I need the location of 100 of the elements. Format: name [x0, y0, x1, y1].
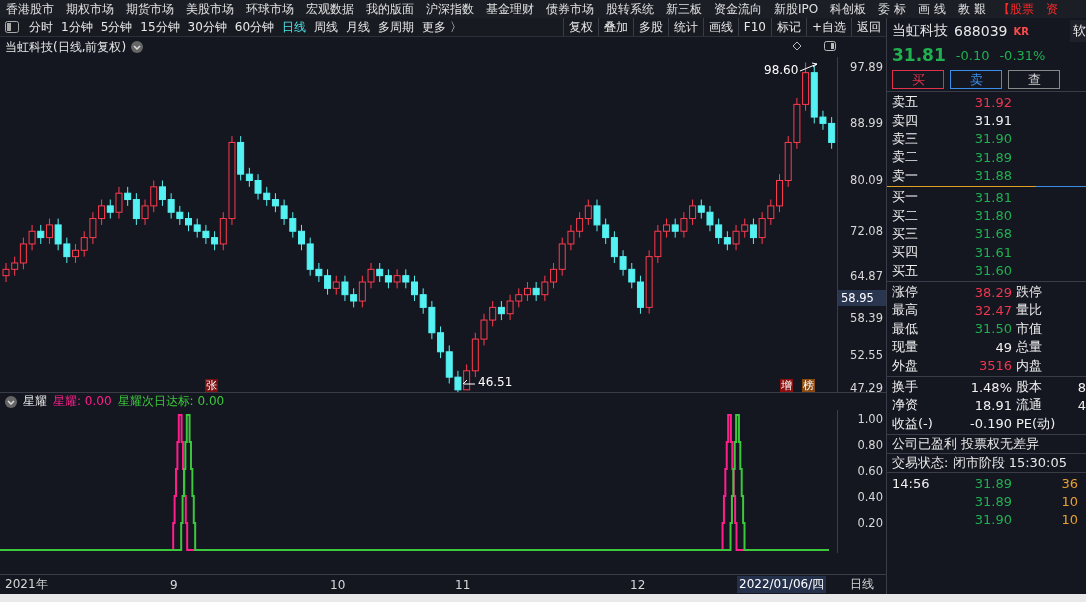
period-tab[interactable]: 15分钟	[136, 18, 184, 36]
stat-value: 49	[994, 339, 1012, 355]
menu-item[interactable]: 期权市场	[60, 0, 120, 18]
event-badge[interactable]: 增	[780, 379, 793, 392]
side-tab[interactable]: 软	[1070, 20, 1086, 42]
stat-label: 外盘	[892, 356, 919, 375]
stat-value: -0.190	[969, 416, 1012, 432]
trade-price: 31.89	[973, 493, 1012, 509]
trade-button[interactable]: 查	[1008, 70, 1060, 89]
menu-item[interactable]: 委 标	[872, 0, 913, 18]
tool-button[interactable]: 复权	[562, 18, 598, 36]
stat-label: 净资	[892, 396, 919, 415]
menu-item[interactable]: 债券市场	[540, 0, 600, 18]
candlestick	[393, 268, 401, 289]
stat-value: 8	[1077, 379, 1086, 395]
period-tab[interactable]: 多周期	[374, 18, 419, 36]
stock-name: 当虹科技	[892, 22, 948, 40]
tool-button[interactable]: +自选	[805, 18, 851, 36]
period-tab[interactable]: 60分钟	[230, 18, 279, 36]
period-tab[interactable]: 分时	[25, 18, 57, 36]
order-level-label: 卖一	[892, 166, 919, 185]
event-badge[interactable]: 张	[205, 379, 218, 392]
period-tab[interactable]: 周线	[310, 18, 343, 36]
tool-button[interactable]: 标记	[770, 18, 806, 36]
candlestick	[124, 186, 132, 207]
order-level-label: 卖二	[892, 148, 919, 167]
candlestick	[663, 218, 671, 239]
candlestick	[106, 199, 114, 220]
period-tab[interactable]: 1分钟	[57, 18, 97, 36]
tool-button[interactable]: 画线	[702, 18, 738, 36]
trade-button[interactable]: 卖	[950, 70, 1002, 89]
order-level-label: 卖四	[892, 111, 919, 130]
stat-label: 最高	[892, 301, 919, 320]
menu-item[interactable]: 新三板	[660, 0, 708, 18]
menu-item[interactable]: 科创板	[824, 0, 873, 18]
date-axis-label: 11	[455, 577, 471, 592]
stat-value: 3516	[977, 358, 1012, 374]
menu-item[interactable]: 美股市场	[180, 0, 240, 18]
indicator-axis-label: 0.60	[857, 464, 883, 478]
candlestick	[45, 218, 53, 245]
order-price: 31.92	[973, 94, 1012, 110]
period-tab[interactable]: 30分钟	[183, 18, 231, 36]
tool-button[interactable]: 叠加	[597, 18, 633, 36]
menu-item[interactable]: 我的版面	[360, 0, 420, 18]
menu-item[interactable]: 教 艱	[951, 0, 992, 18]
price-change: -0.10	[955, 47, 990, 63]
stat-value: 38.29	[973, 284, 1012, 300]
menu-item[interactable]: 香港股市	[0, 0, 60, 18]
trade-time: 14:56	[892, 475, 931, 491]
menu-item[interactable]: 股转系统	[600, 0, 660, 18]
menu-item[interactable]: 画 线	[912, 0, 952, 18]
candlestick	[584, 199, 592, 226]
candlestick	[541, 275, 549, 302]
stat-value: 1.48%	[969, 379, 1012, 395]
dropdown-icon[interactable]	[131, 41, 144, 53]
candlestick	[185, 211, 193, 232]
stock-tag: KR	[1013, 25, 1029, 37]
menu-item[interactable]: 资金流向	[708, 0, 768, 18]
order-level-label: 卖三	[892, 129, 919, 148]
candlestick	[332, 275, 340, 296]
candlestick	[115, 186, 123, 220]
stat-label: 市值	[1015, 319, 1043, 338]
panel-icon[interactable]	[824, 41, 836, 51]
period-tab[interactable]: 5分钟	[96, 18, 137, 36]
menu-item[interactable]: 环球市场	[240, 0, 300, 18]
period-tab[interactable]: 更多 〉	[418, 18, 466, 36]
period-label: 日线	[850, 576, 874, 593]
tool-button[interactable]: 多股	[632, 18, 668, 36]
menu-item[interactable]: 基金理财	[480, 0, 540, 18]
stat-value: 4	[1077, 397, 1086, 413]
dropdown-icon[interactable]	[5, 395, 17, 408]
indicator-value: 星耀次日达标: 0.00	[117, 393, 225, 410]
menu-item[interactable]: 期货市场	[120, 0, 180, 18]
date-axis-label: 2021年	[5, 576, 48, 593]
candlestick	[132, 192, 140, 226]
tool-button[interactable]: 返回	[851, 18, 886, 36]
menu-item[interactable]: 资	[1039, 0, 1064, 18]
panel-toggle-icon[interactable]	[5, 21, 19, 33]
menu-item[interactable]: 【股票	[991, 0, 1040, 18]
order-price: 31.88	[973, 168, 1012, 184]
trade-button[interactable]: 买	[892, 70, 944, 89]
tool-button[interactable]: F10	[737, 18, 771, 36]
menu-item[interactable]: 沪深指数	[420, 0, 480, 18]
period-tab[interactable]: 日线	[278, 18, 311, 36]
indicator-axis-label: 0.20	[857, 516, 883, 530]
date-axis-label: 9	[170, 577, 178, 592]
candlestick	[723, 230, 731, 251]
event-badge[interactable]: 榜	[802, 379, 815, 392]
period-tab[interactable]: 月线	[342, 18, 375, 36]
stat-value: 31.50	[973, 321, 1012, 337]
diamond-icon[interactable]	[792, 41, 802, 51]
low-price-marker: 46.51	[462, 375, 513, 389]
menu-item[interactable]: 宏观数据	[300, 0, 360, 18]
stat-label: 现量	[892, 338, 919, 357]
indicator-axis-label: 0.40	[857, 490, 883, 504]
tool-button[interactable]: 统计	[667, 18, 703, 36]
date-axis-label: 10	[330, 577, 346, 592]
stat-label: 跌停	[1015, 283, 1043, 302]
indicator-value: 星耀: 0.00	[53, 393, 112, 410]
menu-item[interactable]: 新股IPO	[768, 0, 825, 18]
